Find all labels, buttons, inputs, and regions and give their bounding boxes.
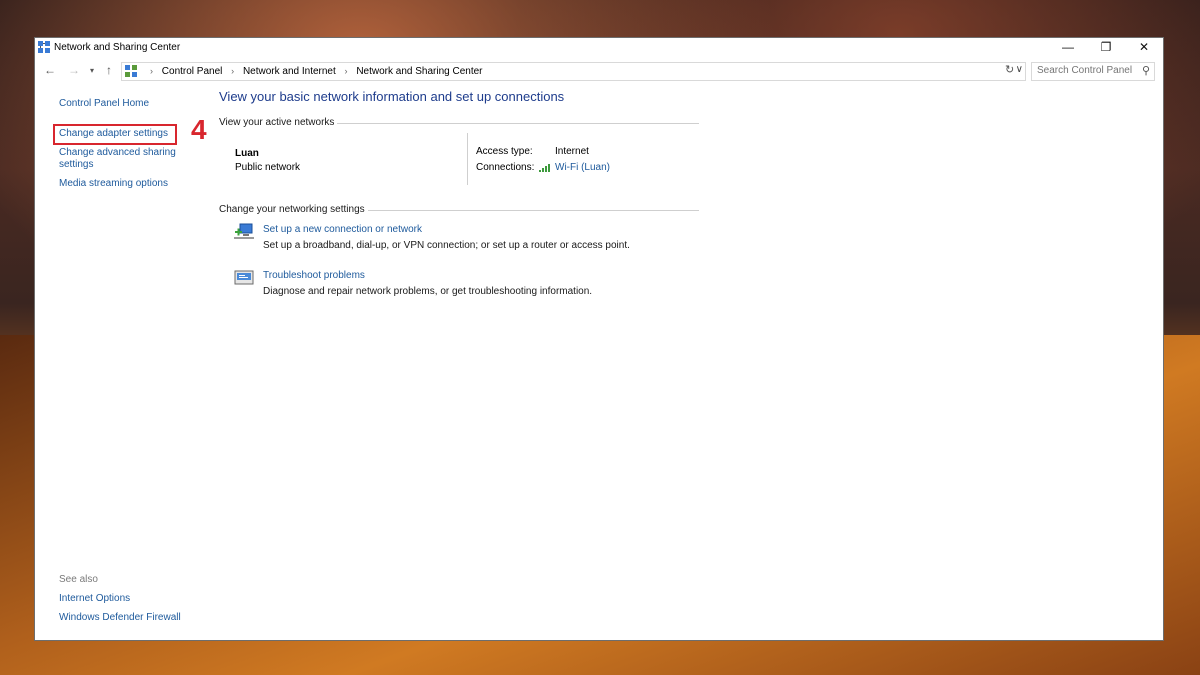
connections-label: Connections: xyxy=(476,162,535,173)
active-networks-heading: View your active networks xyxy=(219,117,335,128)
breadcrumb-separator[interactable]: › xyxy=(345,66,348,76)
breadcrumb-network-and-internet[interactable]: Network and Internet xyxy=(243,66,336,77)
minimize-button[interactable]: — xyxy=(1049,38,1087,58)
control-panel-window: Network and Sharing Center — ❐ ✕ ← → ▾ ↑… xyxy=(35,38,1163,640)
address-row: ← → ▾ ↑ › Control Panel › Network and In… xyxy=(35,60,1163,82)
breadcrumb-control-panel[interactable]: Control Panel xyxy=(162,66,223,77)
sidebar-item-advanced-sharing-settings[interactable]: settings xyxy=(59,159,93,171)
breadcrumb-separator[interactable]: › xyxy=(231,66,234,76)
search-box[interactable]: ⚲ xyxy=(1031,62,1155,81)
network-type: Public network xyxy=(235,162,301,173)
up-arrow-icon[interactable]: ↑ xyxy=(106,63,112,77)
network-center-icon xyxy=(38,41,50,53)
troubleshoot-link[interactable]: Troubleshoot problems xyxy=(263,270,365,281)
back-arrow-icon[interactable]: ← xyxy=(44,63,56,77)
breadcrumb-separator[interactable]: › xyxy=(150,66,153,76)
recent-locations-chevron-icon[interactable]: ▾ xyxy=(90,66,94,75)
setup-connection-description: Set up a broadband, dial-up, or VPN conn… xyxy=(263,240,630,251)
troubleshoot-icon xyxy=(234,270,254,285)
section-divider xyxy=(337,123,699,124)
sidebar-item-windows-defender-firewall[interactable]: Windows Defender Firewall xyxy=(59,612,181,624)
search-icon[interactable]: ⚲ xyxy=(1142,64,1150,77)
address-bar[interactable]: › Control Panel › Network and Internet ›… xyxy=(121,62,1026,81)
see-also-label: See also xyxy=(59,574,98,585)
breadcrumb: › Control Panel › Network and Internet ›… xyxy=(144,66,483,77)
setup-connection-link[interactable]: Set up a new connection or network xyxy=(263,224,422,235)
forward-arrow-icon[interactable]: → xyxy=(68,63,80,77)
sidebar-item-internet-options[interactable]: Internet Options xyxy=(59,593,130,605)
breadcrumb-network-and-sharing-center[interactable]: Network and Sharing Center xyxy=(356,66,482,77)
wifi-connection-link[interactable]: Wi-Fi (Luan) xyxy=(555,162,610,173)
troubleshoot-description: Diagnose and repair network problems, or… xyxy=(263,286,593,297)
refresh-icon[interactable]: ↻ xyxy=(1005,63,1019,76)
access-type-value: Internet xyxy=(555,146,589,157)
annotation-step-number: 4 xyxy=(191,114,207,145)
search-input[interactable] xyxy=(1037,65,1135,76)
new-connection-icon xyxy=(234,223,254,239)
networking-settings-heading: Change your networking settings xyxy=(219,204,365,215)
control-panel-icon xyxy=(125,65,137,77)
section-divider xyxy=(368,210,699,211)
window-title: Network and Sharing Center xyxy=(54,42,181,53)
page-title: View your basic network information and … xyxy=(219,89,565,104)
sidebar-item-change-advanced-sharing[interactable]: Change advanced sharing xyxy=(59,147,176,159)
sidebar-item-control-panel-home[interactable]: Control Panel Home xyxy=(59,98,149,110)
wifi-signal-icon xyxy=(539,164,550,172)
vertical-divider xyxy=(467,133,468,185)
sidebar-item-media-streaming[interactable]: Media streaming options xyxy=(59,178,168,190)
maximize-button[interactable]: ❐ xyxy=(1087,38,1125,58)
access-type-label: Access type: xyxy=(476,146,533,157)
network-name: Luan xyxy=(235,148,259,159)
close-button[interactable]: ✕ xyxy=(1125,38,1163,58)
title-bar: Network and Sharing Center — ❐ ✕ xyxy=(35,38,1163,58)
annotation-highlight-box xyxy=(53,124,177,145)
